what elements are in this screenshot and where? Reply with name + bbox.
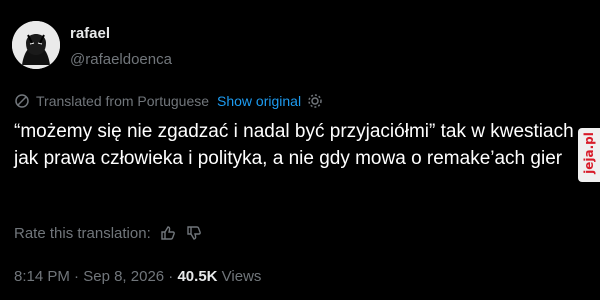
thumbs-down-icon[interactable]: [185, 224, 203, 242]
display-name[interactable]: rafael: [70, 25, 110, 42]
separator-dot: ·: [74, 268, 84, 285]
show-original-link[interactable]: Show original: [217, 93, 301, 109]
watermark-logo: jeja.pl: [578, 128, 600, 182]
avatar-image: [12, 21, 60, 69]
translated-from-label: Translated from Portuguese: [36, 93, 210, 109]
watermark-text: jeja.pl: [582, 132, 596, 174]
avatar[interactable]: [12, 21, 60, 69]
views-count: 40.5K: [177, 268, 218, 285]
views-label: Views: [221, 268, 262, 285]
thumbs-up-icon[interactable]: [159, 224, 177, 242]
rate-translation: Rate this translation:: [14, 224, 203, 242]
user-handle[interactable]: @rafaeldoenca: [70, 51, 172, 68]
rate-translation-label: Rate this translation:: [14, 224, 151, 242]
tweet-date[interactable]: Sep 8, 2026: [83, 268, 164, 285]
tweet-time[interactable]: 8:14 PM: [14, 268, 70, 285]
translate-icon: [15, 94, 29, 108]
tweet-meta: 8:14 PM · Sep 8, 2026 · 40.5K Views: [14, 268, 261, 285]
translation-notice: Translated from Portuguese Show original: [14, 93, 323, 109]
tweet-text: “możemy się nie zgadzać i nadal być przy…: [14, 121, 574, 169]
settings-icon[interactable]: [307, 93, 323, 109]
